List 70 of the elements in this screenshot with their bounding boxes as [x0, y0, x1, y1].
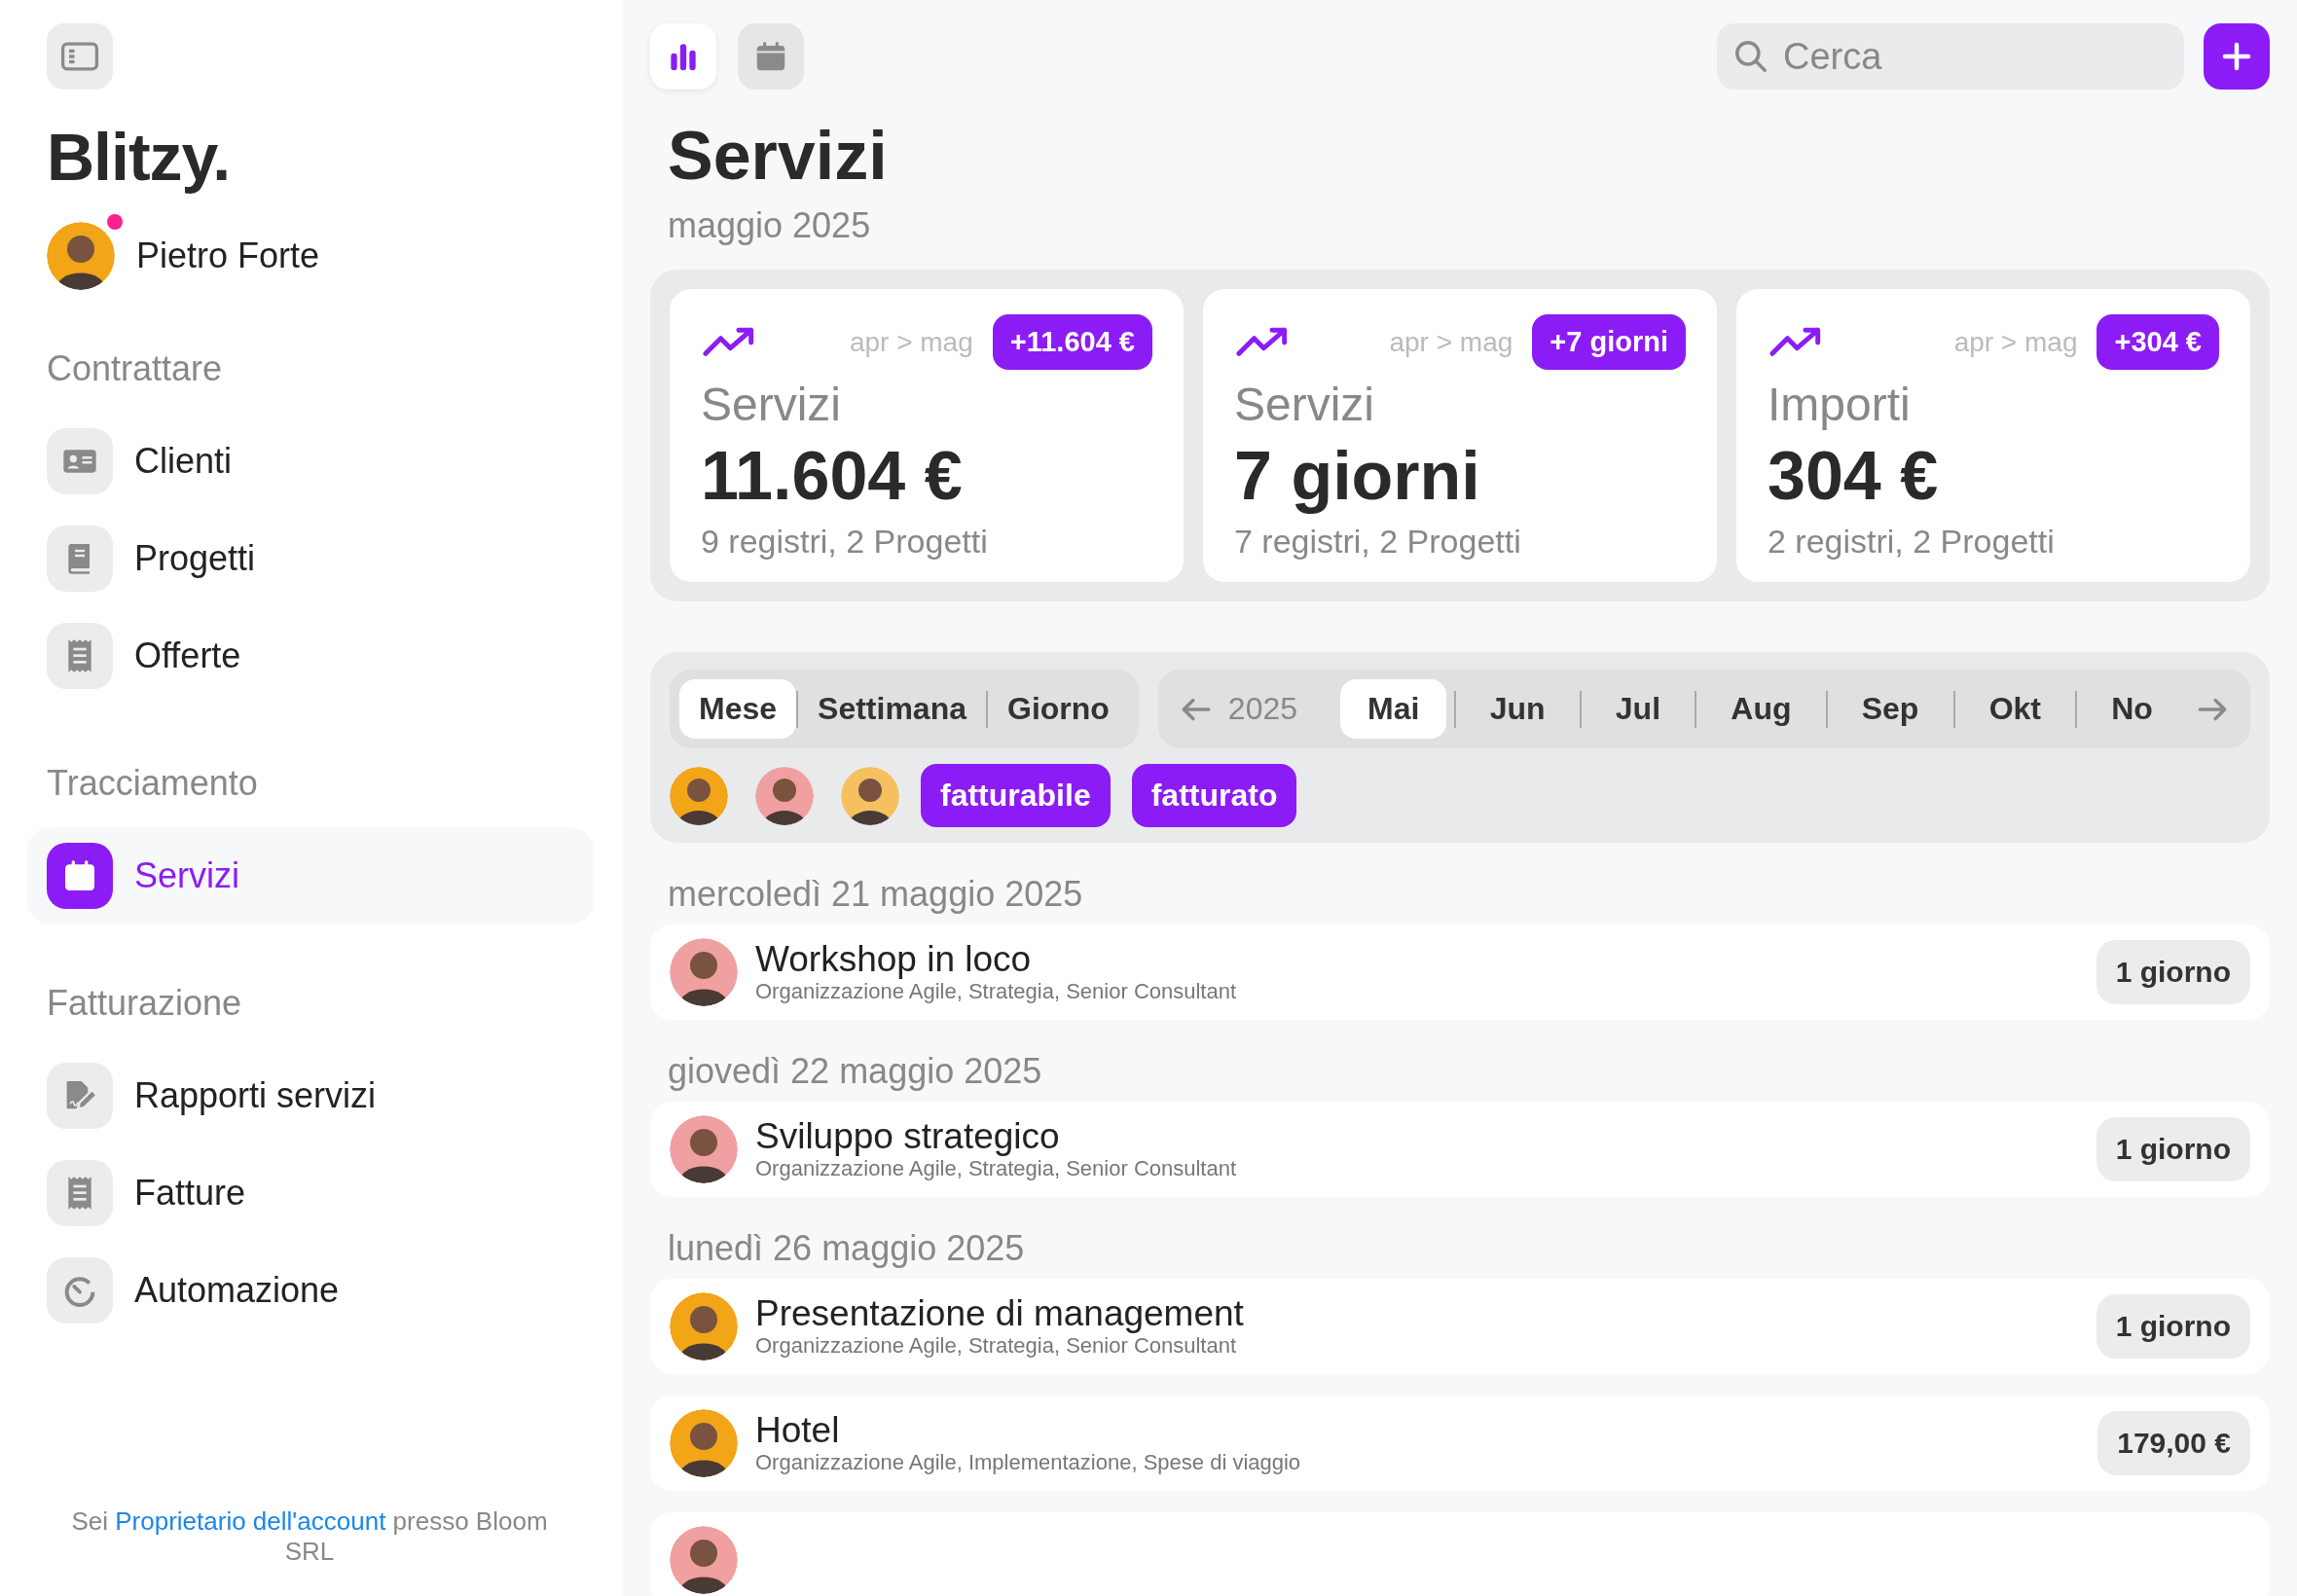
entry-title: Hotel [755, 1410, 841, 1451]
account-owner-link[interactable]: Proprietario dell'account [115, 1505, 386, 1536]
amount-pill: 179,00 € [2097, 1411, 2250, 1475]
chart-view-button[interactable] [650, 23, 716, 90]
range-tab[interactable]: Mese [679, 679, 797, 739]
add-button[interactable] [2204, 23, 2270, 90]
delta-badge: +11.604 € [992, 314, 1152, 370]
stat-label: Importi [1768, 378, 1912, 431]
month-tab[interactable]: No [2084, 679, 2180, 739]
calendar-view-button[interactable] [738, 23, 804, 90]
amount-pill: 1 giorno [2096, 940, 2250, 1004]
nav-item[interactable]: Progetti [27, 510, 594, 607]
entry-title: Sviluppo strategico [755, 1116, 1061, 1157]
entry-details: Organizzazione Agile, Strategia, Senior Consultant [755, 1156, 1238, 1182]
stat-value: 304 € [1768, 437, 1940, 515]
month-tab[interactable]: Aug [1703, 679, 1819, 739]
month-tab[interactable]: Jun [1462, 679, 1573, 739]
nav-item[interactable]: Clienti [27, 413, 594, 510]
section-title: Contrattare [47, 348, 224, 389]
year-label: 2025 [1227, 691, 1298, 727]
nav-item[interactable]: Rapporti servizi [27, 1047, 594, 1144]
stat-label: Servizi [701, 378, 843, 431]
user-name: Pietro Forte [136, 236, 320, 276]
stat-detail: 9 registri, 2 Progetti [701, 523, 989, 561]
nav-item[interactable]: Servizi [27, 827, 594, 925]
stat-value: 7 giorni [1234, 437, 1481, 515]
account-info: Sei Proprietario dell'account presso Bloom SRL [70, 1505, 549, 1567]
date-heading: mercoledì 21 maggio 2025 [668, 873, 1084, 916]
amount-pill: 1 giorno [2096, 1294, 2250, 1359]
month-tab[interactable]: Mai [1340, 679, 1447, 739]
section-title: Tracciamento [47, 763, 259, 804]
month-tab[interactable]: Jul [1587, 679, 1688, 739]
entry-details: Organizzazione Agile, Strategia, Senior Consultant [755, 1333, 1238, 1360]
nav-item[interactable]: Automazione [27, 1242, 594, 1339]
brand-logo: Blitzy. [47, 119, 232, 195]
search-field[interactable]: Cerca [1717, 23, 2184, 90]
stat-value: 11.604 € [701, 437, 964, 515]
entry-row[interactable] [650, 1512, 2270, 1596]
nav-item[interactable]: Fatture [27, 1144, 594, 1242]
nav-item[interactable]: Offerte [27, 607, 594, 705]
entry-details: Organizzazione Agile, Strategia, Senior Consultant [755, 979, 1238, 1005]
entry-details: Organizzazione Agile, Implementazione, Spese di viaggio [755, 1450, 1302, 1476]
search-icon [1732, 38, 1769, 75]
delta-badge: +7 giorni [1532, 314, 1686, 370]
month-tab[interactable]: Sep [1834, 679, 1947, 739]
stat-detail: 7 registri, 2 Progetti [1234, 523, 1522, 561]
period-label: apr > mag [848, 326, 973, 358]
entry-row[interactable]: Hotel Organizzazione Agile, Implementazione, Spese di viaggio 179,00 € [650, 1396, 2270, 1491]
range-tab[interactable]: Giorno [988, 679, 1129, 739]
entry-title: Workshop in loco [755, 939, 1033, 980]
month-tab[interactable]: Okt [1961, 679, 2068, 739]
page-title: Servizi [668, 119, 889, 194]
date-heading: lunedì 26 maggio 2025 [668, 1227, 1026, 1270]
filter-chip[interactable]: fatturato [1131, 764, 1297, 827]
filter-chip[interactable]: fatturabile [921, 764, 1111, 827]
sidebar-toggle-button[interactable] [47, 23, 113, 90]
section-title: Fatturazione [47, 983, 243, 1024]
period-label: apr > mag [1952, 326, 2078, 358]
entry-row[interactable]: Sviluppo strategico Organizzazione Agile, Strategia, Senior Consultant 1 giorno [650, 1102, 2270, 1197]
entry-row[interactable]: Workshop in loco Organizzazione Agile, Strategia, Senior Consultant 1 giorno [650, 925, 2270, 1020]
entry-title: Presentazione di management [755, 1293, 1245, 1334]
period-label: apr > mag [1388, 326, 1513, 358]
delta-badge: +304 € [2096, 314, 2219, 370]
date-heading: giovedì 22 maggio 2025 [668, 1050, 1043, 1093]
entry-row[interactable]: Presentazione di management Organizzazione Agile, Strategia, Senior Consultant 1 giorno [650, 1279, 2270, 1374]
range-tab[interactable]: Settimana [798, 679, 986, 739]
page-subtitle: maggio 2025 [668, 205, 872, 246]
amount-pill: 1 giorno [2096, 1117, 2250, 1181]
stat-label: Servizi [1234, 378, 1376, 431]
stat-detail: 2 registri, 2 Progetti [1768, 523, 2056, 561]
